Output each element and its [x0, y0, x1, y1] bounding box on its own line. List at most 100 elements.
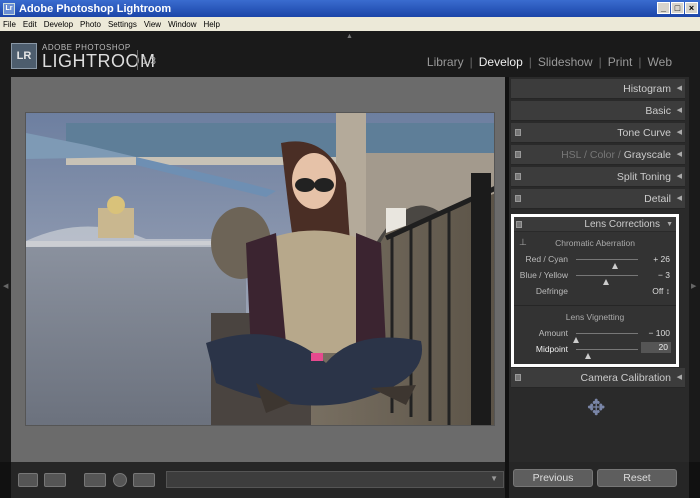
previous-button[interactable]: Previous: [513, 469, 593, 487]
slider-thumb[interactable]: [585, 353, 592, 359]
red-eye-tool-button[interactable]: [113, 473, 127, 487]
panel-basic-label: Basic: [645, 105, 671, 117]
main-area: ◀ Histogram ◀ Basic ◀ Tone Curve ◀ HSL /…: [0, 77, 700, 498]
spot-removal-tool-button[interactable]: [133, 473, 155, 487]
menu-edit[interactable]: Edit: [23, 20, 37, 29]
before-after-view-button[interactable]: [44, 473, 66, 487]
window-controls: _ □ ×: [657, 2, 698, 14]
brand-separator: [137, 50, 138, 70]
red-cyan-slider[interactable]: [576, 259, 638, 269]
panel-toggle-switch[interactable]: [515, 173, 521, 180]
photo-image: [26, 113, 494, 425]
panel-camera-calibration[interactable]: Camera Calibration ◀: [511, 368, 685, 388]
lens-vignetting-title: Lens Vignetting: [565, 312, 625, 322]
collapse-triangle-icon: ◀: [676, 129, 682, 136]
red-cyan-slider-row: Red / Cyan + 26: [514, 251, 676, 269]
menu-help[interactable]: Help: [204, 20, 220, 29]
panel-detail[interactable]: Detail ◀: [511, 189, 685, 209]
panel-basic[interactable]: Basic ◀: [511, 101, 685, 121]
menu-window[interactable]: Window: [168, 20, 196, 29]
menu-view[interactable]: View: [144, 20, 161, 29]
defringe-label: Defringe: [535, 286, 568, 296]
collapse-triangle-icon: ◀: [676, 85, 682, 92]
maximize-button[interactable]: □: [671, 2, 684, 14]
module-library[interactable]: Library: [427, 55, 464, 69]
expand-triangle-icon: ▼: [666, 221, 673, 228]
panel-toggle-switch[interactable]: [515, 129, 521, 136]
blue-yellow-label: Blue / Yellow: [519, 270, 568, 280]
panel-toggle-switch[interactable]: [515, 374, 521, 381]
chromatic-aberration-title: Chromatic Aberration: [555, 238, 635, 248]
minimize-button[interactable]: _: [657, 2, 670, 14]
expand-left-panel-icon[interactable]: ◀: [3, 282, 8, 290]
defringe-select[interactable]: Off ↕: [652, 286, 670, 296]
section-divider: [514, 305, 676, 306]
panel-toggle-switch[interactable]: [515, 151, 521, 158]
collapse-top-panel-icon[interactable]: ▲: [346, 33, 353, 40]
panel-tone-curve[interactable]: Tone Curve ◀: [511, 123, 685, 143]
tab-color[interactable]: Color: [590, 149, 615, 161]
reset-button[interactable]: Reset: [597, 469, 677, 487]
right-panel-edge: ▶: [689, 77, 700, 462]
image-canvas: [11, 77, 505, 462]
menu-develop[interactable]: Develop: [44, 20, 73, 29]
tab-grayscale[interactable]: Grayscale: [624, 149, 671, 161]
toolbar-content-field[interactable]: ▼: [166, 471, 504, 488]
collapse-triangle-icon: ◀: [676, 151, 682, 158]
version-text: 1.3: [142, 56, 156, 67]
collapse-triangle-icon: ◀: [676, 173, 682, 180]
targeted-adjustment-icon[interactable]: ⊥: [519, 237, 527, 248]
amount-slider-row: Amount − 100: [514, 325, 676, 343]
panel-lens-corrections: Lens Corrections ▼ ⊥ Chromatic Aberratio…: [511, 214, 679, 367]
panel-histogram[interactable]: Histogram ◀: [511, 79, 685, 99]
blue-yellow-value[interactable]: − 3: [658, 270, 670, 280]
midpoint-label: Midpoint: [535, 344, 568, 354]
defringe-row: Defringe Off ↕: [514, 283, 676, 299]
midpoint-slider-row: Midpoint 20: [514, 341, 676, 359]
panel-detail-label: Detail: [644, 193, 671, 205]
module-picker: Library | Develop | Slideshow | Print | …: [426, 55, 672, 69]
window-title: Adobe Photoshop Lightroom: [19, 2, 172, 15]
module-web[interactable]: Web: [648, 55, 672, 69]
module-develop[interactable]: Develop: [479, 55, 523, 69]
midpoint-slider[interactable]: [576, 349, 638, 359]
right-panel-footer: Previous Reset: [509, 462, 689, 498]
collapse-right-panel-icon[interactable]: ▶: [691, 282, 696, 290]
panel-hsl[interactable]: HSL / Color / Grayscale ◀: [511, 145, 685, 165]
photo-preview[interactable]: [25, 112, 495, 426]
amount-label: Amount: [538, 328, 568, 338]
module-slideshow[interactable]: Slideshow: [538, 55, 593, 69]
midpoint-value-field[interactable]: 20: [641, 342, 671, 353]
lightroom-app-icon: Lr: [3, 2, 15, 15]
lens-corrections-label: Lens Corrections: [584, 219, 660, 230]
collapse-triangle-icon: ◀: [676, 195, 682, 202]
panel-toggle-switch[interactable]: [516, 221, 522, 228]
crop-tool-button[interactable]: [84, 473, 106, 487]
amount-value[interactable]: − 100: [648, 328, 670, 338]
module-print[interactable]: Print: [608, 55, 633, 69]
menu-bar: File Edit Develop Photo Settings View Wi…: [0, 17, 700, 31]
collapse-triangle-icon: ◀: [676, 107, 682, 114]
amount-slider[interactable]: [573, 333, 638, 343]
blue-yellow-slider-row: Blue / Yellow − 3: [514, 267, 676, 285]
red-cyan-value[interactable]: + 26: [653, 254, 670, 264]
close-button[interactable]: ×: [685, 2, 698, 14]
panel-histogram-label: Histogram: [623, 83, 671, 95]
lightroom-logo: LR: [11, 43, 37, 69]
chevron-down-icon[interactable]: ▼: [490, 474, 498, 483]
lens-corrections-header[interactable]: Lens Corrections ▼: [514, 217, 676, 232]
identity-header: ▲ LR ADOBE PHOTOSHOP LIGHTROOM 1.3 Libra…: [0, 31, 700, 77]
panel-split-toning[interactable]: Split Toning ◀: [511, 167, 685, 187]
left-panel-collapsed: ◀: [0, 77, 11, 462]
menu-photo[interactable]: Photo: [80, 20, 101, 29]
tab-hsl[interactable]: HSL: [561, 149, 581, 161]
panel-toggle-switch[interactable]: [515, 195, 521, 202]
menu-settings[interactable]: Settings: [108, 20, 137, 29]
menu-file[interactable]: File: [3, 20, 16, 29]
panel-tone-curve-label: Tone Curve: [617, 127, 671, 139]
develop-right-panel: Histogram ◀ Basic ◀ Tone Curve ◀ HSL / C…: [509, 77, 689, 462]
panel-split-toning-label: Split Toning: [616, 171, 671, 183]
loupe-view-button[interactable]: [18, 473, 38, 487]
blue-yellow-slider[interactable]: [576, 275, 638, 285]
window-title-bar: Lr Adobe Photoshop Lightroom _ □ ×: [0, 0, 700, 17]
